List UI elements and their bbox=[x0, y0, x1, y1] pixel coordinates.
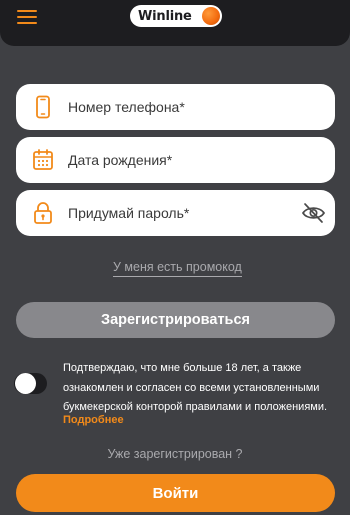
password-field[interactable]: Придумай пароль* bbox=[16, 190, 335, 236]
birthdate-field[interactable]: Дата рождения* bbox=[16, 137, 335, 183]
eye-off-icon[interactable] bbox=[301, 202, 326, 224]
birthdate-placeholder: Дата рождения* bbox=[68, 152, 173, 168]
promo-code-link[interactable]: У меня есть промокод bbox=[113, 260, 242, 277]
age-consent-toggle[interactable] bbox=[14, 373, 47, 394]
more-details-link[interactable]: Подробнее bbox=[63, 414, 124, 426]
register-button[interactable]: Зарегистрироваться bbox=[16, 302, 335, 338]
toggle-knob bbox=[15, 373, 36, 394]
calendar-icon bbox=[33, 149, 53, 170]
header-bar: Winline bbox=[0, 0, 350, 46]
logo-ball-icon bbox=[202, 7, 220, 25]
login-button[interactable]: Войти bbox=[16, 474, 335, 512]
password-placeholder: Придумай пароль* bbox=[68, 205, 190, 221]
winline-logo[interactable]: Winline bbox=[130, 5, 222, 27]
logo-text: Winline bbox=[138, 8, 192, 24]
lock-icon bbox=[34, 202, 52, 224]
phone-icon bbox=[36, 95, 50, 119]
phone-field[interactable]: Номер телефона* bbox=[16, 84, 335, 130]
consent-text: Подтверждаю, что мне больше 18 лет, а та… bbox=[63, 362, 328, 413]
hamburger-menu-icon[interactable] bbox=[17, 10, 37, 24]
phone-placeholder: Номер телефона* bbox=[68, 99, 185, 115]
already-registered-link[interactable]: Уже зарегистрирован ? bbox=[0, 447, 350, 461]
